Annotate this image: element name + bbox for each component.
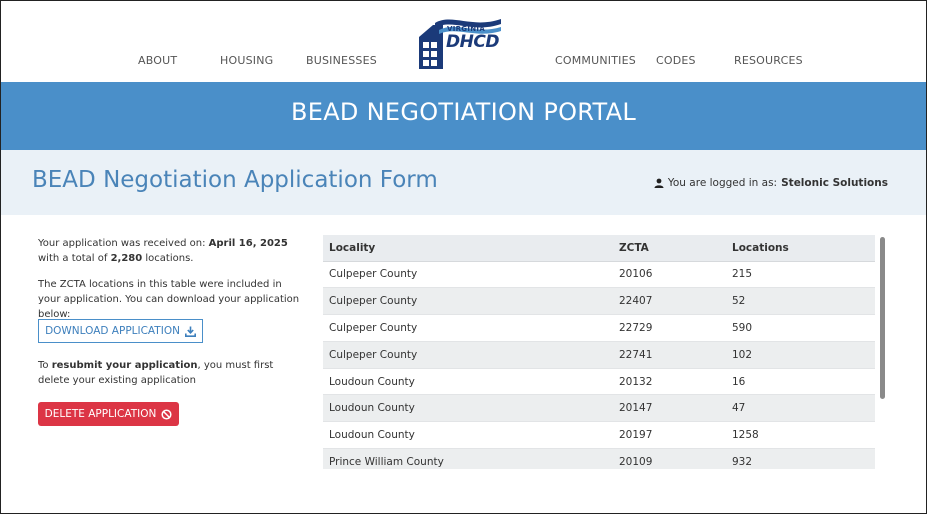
table-row: Culpeper County 22741 102 [323, 340, 875, 369]
logo-text-dhcd: DHCD [446, 32, 499, 52]
cell-zcta: 20106 [613, 260, 726, 288]
locations-table-container: Locality ZCTA Locations Culpeper County … [323, 235, 875, 469]
received-summary: Your application was received on: April … [38, 236, 303, 266]
page-title: BEAD Negotiation Application Form [32, 167, 438, 193]
table-header-row: Locality ZCTA Locations [323, 235, 875, 262]
nav-communities[interactable]: COMMUNITIES [555, 54, 636, 67]
nav-about[interactable]: ABOUT [138, 54, 177, 67]
delete-label: DELETE APPLICATION [44, 408, 157, 420]
table-row: Loudoun County 20147 47 [323, 394, 875, 422]
cell-locality: Loudoun County [323, 367, 613, 395]
delete-application-button[interactable]: DELETE APPLICATION [38, 402, 179, 426]
download-icon [184, 326, 196, 337]
portal-title: BEAD NEGOTIATION PORTAL [290, 98, 637, 126]
received-date: April 16, 2025 [208, 238, 288, 249]
cell-locality: Culpeper County [323, 314, 613, 342]
cell-locations: 52 [726, 287, 875, 315]
resubmit-prefix: To [38, 360, 52, 371]
top-navigation: ABOUT HOUSING BUSINESSES VIRGINIA DHCD C… [1, 1, 926, 81]
cell-locations: 215 [726, 260, 875, 288]
table-row: Loudoun County 20132 16 [323, 367, 875, 395]
received-suffix: locations. [142, 253, 194, 264]
cell-locations: 16 [726, 367, 875, 395]
download-application-button[interactable]: DOWNLOAD APPLICATION [38, 319, 203, 343]
cell-locality: Loudoun County [323, 421, 613, 449]
cell-zcta: 20197 [613, 421, 726, 449]
zcta-note: The ZCTA locations in this table were in… [38, 279, 300, 320]
login-user: Stelonic Solutions [781, 177, 888, 189]
cell-locations: 1258 [726, 421, 875, 449]
cell-zcta: 22729 [613, 314, 726, 342]
cell-locality: Prince William County [323, 448, 613, 469]
received-mid: with a total of [38, 253, 111, 264]
header-zcta: ZCTA [613, 235, 726, 262]
cell-locality: Culpeper County [323, 287, 613, 315]
locations-table: Locality ZCTA Locations Culpeper County … [323, 235, 875, 469]
cell-locations: 47 [726, 394, 875, 422]
table-row: Loudoun County 20197 1258 [323, 421, 875, 449]
nav-resources[interactable]: RESOURCES [734, 54, 803, 67]
cell-locality: Culpeper County [323, 260, 613, 288]
cell-locality: Culpeper County [323, 340, 613, 369]
nav-housing[interactable]: HOUSING [220, 54, 273, 67]
cell-locality: Loudoun County [323, 394, 613, 422]
cell-zcta: 22407 [613, 287, 726, 315]
nav-codes[interactable]: CODES [656, 54, 696, 67]
table-row: Culpeper County 20106 215 [323, 260, 875, 288]
cell-locations: 590 [726, 314, 875, 342]
download-label: DOWNLOAD APPLICATION [45, 325, 180, 337]
login-status: You are logged in as: Stelonic Solutions [654, 177, 888, 189]
cell-zcta: 20132 [613, 367, 726, 395]
cell-locations: 102 [726, 340, 875, 369]
table-row: Culpeper County 22729 590 [323, 314, 875, 342]
table-scrollbar-thumb[interactable] [880, 237, 885, 399]
cell-zcta: 20147 [613, 394, 726, 422]
browser-page: ABOUT HOUSING BUSINESSES VIRGINIA DHCD C… [0, 0, 927, 514]
resubmit-note: To resubmit your application, you must f… [38, 358, 303, 388]
cell-zcta: 22741 [613, 340, 726, 369]
ban-icon [161, 408, 172, 420]
cell-zcta: 20109 [613, 448, 726, 469]
header-locations: Locations [726, 235, 875, 262]
table-row: Culpeper County 22407 52 [323, 287, 875, 315]
resubmit-bold: resubmit your application [51, 360, 198, 371]
received-prefix: Your application was received on: [38, 238, 209, 249]
cell-locations: 932 [726, 448, 875, 469]
header-locality: Locality [323, 235, 613, 262]
user-icon [654, 178, 664, 188]
login-prefix: You are logged in as: [667, 177, 778, 189]
total-locations: 2,280 [110, 253, 143, 264]
table-row: Prince William County 20109 932 [323, 448, 875, 469]
nav-businesses[interactable]: BUSINESSES [306, 54, 377, 67]
